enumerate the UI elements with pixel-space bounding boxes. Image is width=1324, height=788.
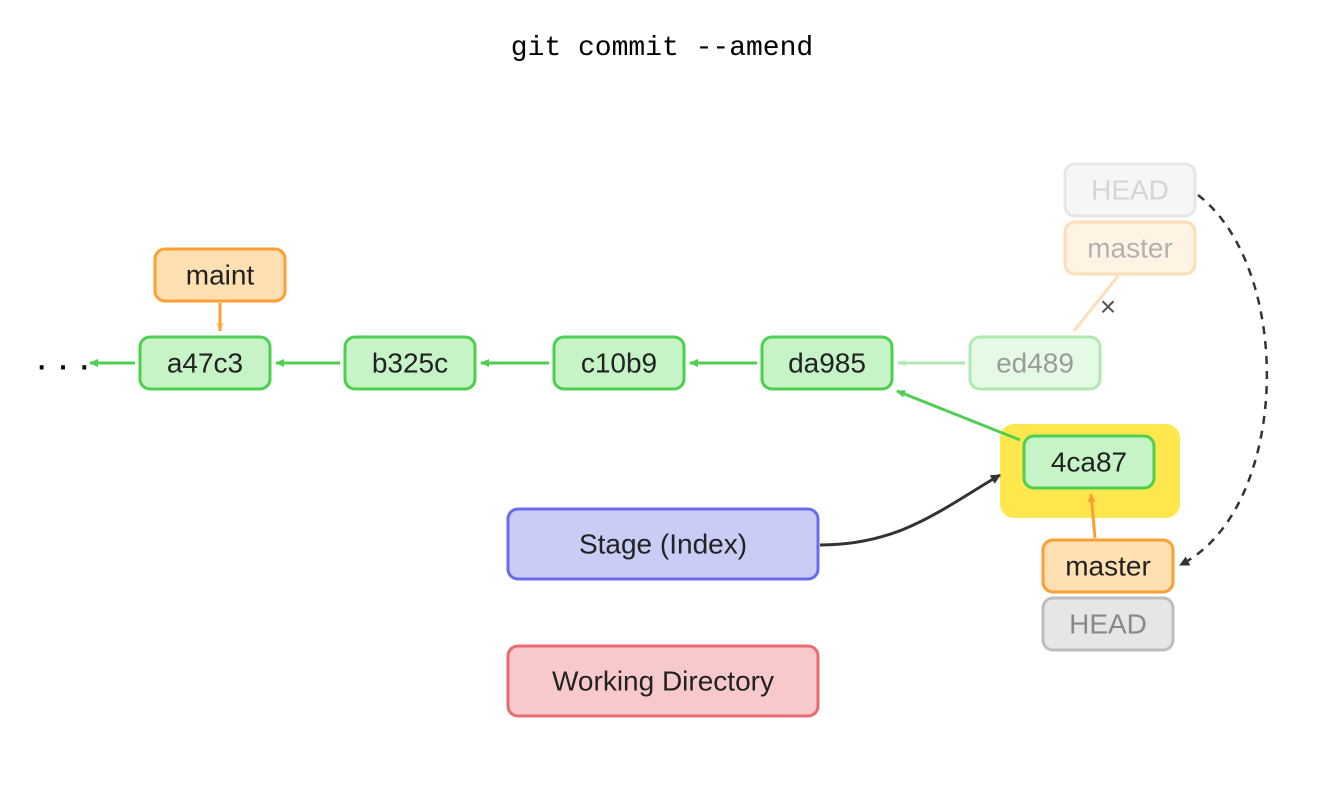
commit-c10b9: c10b9 — [554, 337, 684, 389]
commit-b325c: b325c — [345, 337, 475, 389]
svg-text:c10b9: c10b9 — [581, 347, 657, 378]
arrow-new-da985 — [897, 391, 1020, 440]
svg-text:ed489: ed489 — [996, 347, 1074, 378]
svg-text:b325c: b325c — [372, 347, 448, 378]
commit-ed489: ed489 — [970, 337, 1100, 389]
svg-text:Stage (Index): Stage (Index) — [579, 528, 747, 559]
svg-text:HEAD: HEAD — [1091, 174, 1169, 205]
svg-text:a47c3: a47c3 — [167, 347, 243, 378]
svg-text:maint: maint — [186, 259, 255, 290]
svg-text:master: master — [1087, 232, 1173, 263]
git-diagram: git commit --amend ··· a47c3 b325c c10b9… — [0, 0, 1324, 788]
head-old: HEAD — [1065, 164, 1195, 216]
svg-text:master: master — [1065, 550, 1151, 581]
svg-text:4ca87: 4ca87 — [1051, 446, 1127, 477]
ellipsis: ··· — [35, 343, 99, 387]
stage-box: Stage (Index) — [508, 509, 818, 579]
commit-a47c3: a47c3 — [140, 337, 270, 389]
commit-4ca87: 4ca87 — [1024, 436, 1154, 488]
branch-master-old: master — [1065, 222, 1195, 274]
svg-text:Working Directory: Working Directory — [552, 665, 774, 696]
head-new: HEAD — [1043, 598, 1173, 650]
commit-da985: da985 — [762, 337, 892, 389]
diagram-title: git commit --amend — [511, 33, 813, 64]
svg-text:da985: da985 — [788, 347, 866, 378]
svg-text:HEAD: HEAD — [1069, 608, 1147, 639]
working-dir-box: Working Directory — [508, 646, 818, 716]
branch-maint: maint — [155, 249, 285, 301]
x-mark: × — [1100, 291, 1116, 322]
arrow-stage-commit — [820, 475, 1000, 545]
branch-master-new: master — [1043, 540, 1173, 592]
